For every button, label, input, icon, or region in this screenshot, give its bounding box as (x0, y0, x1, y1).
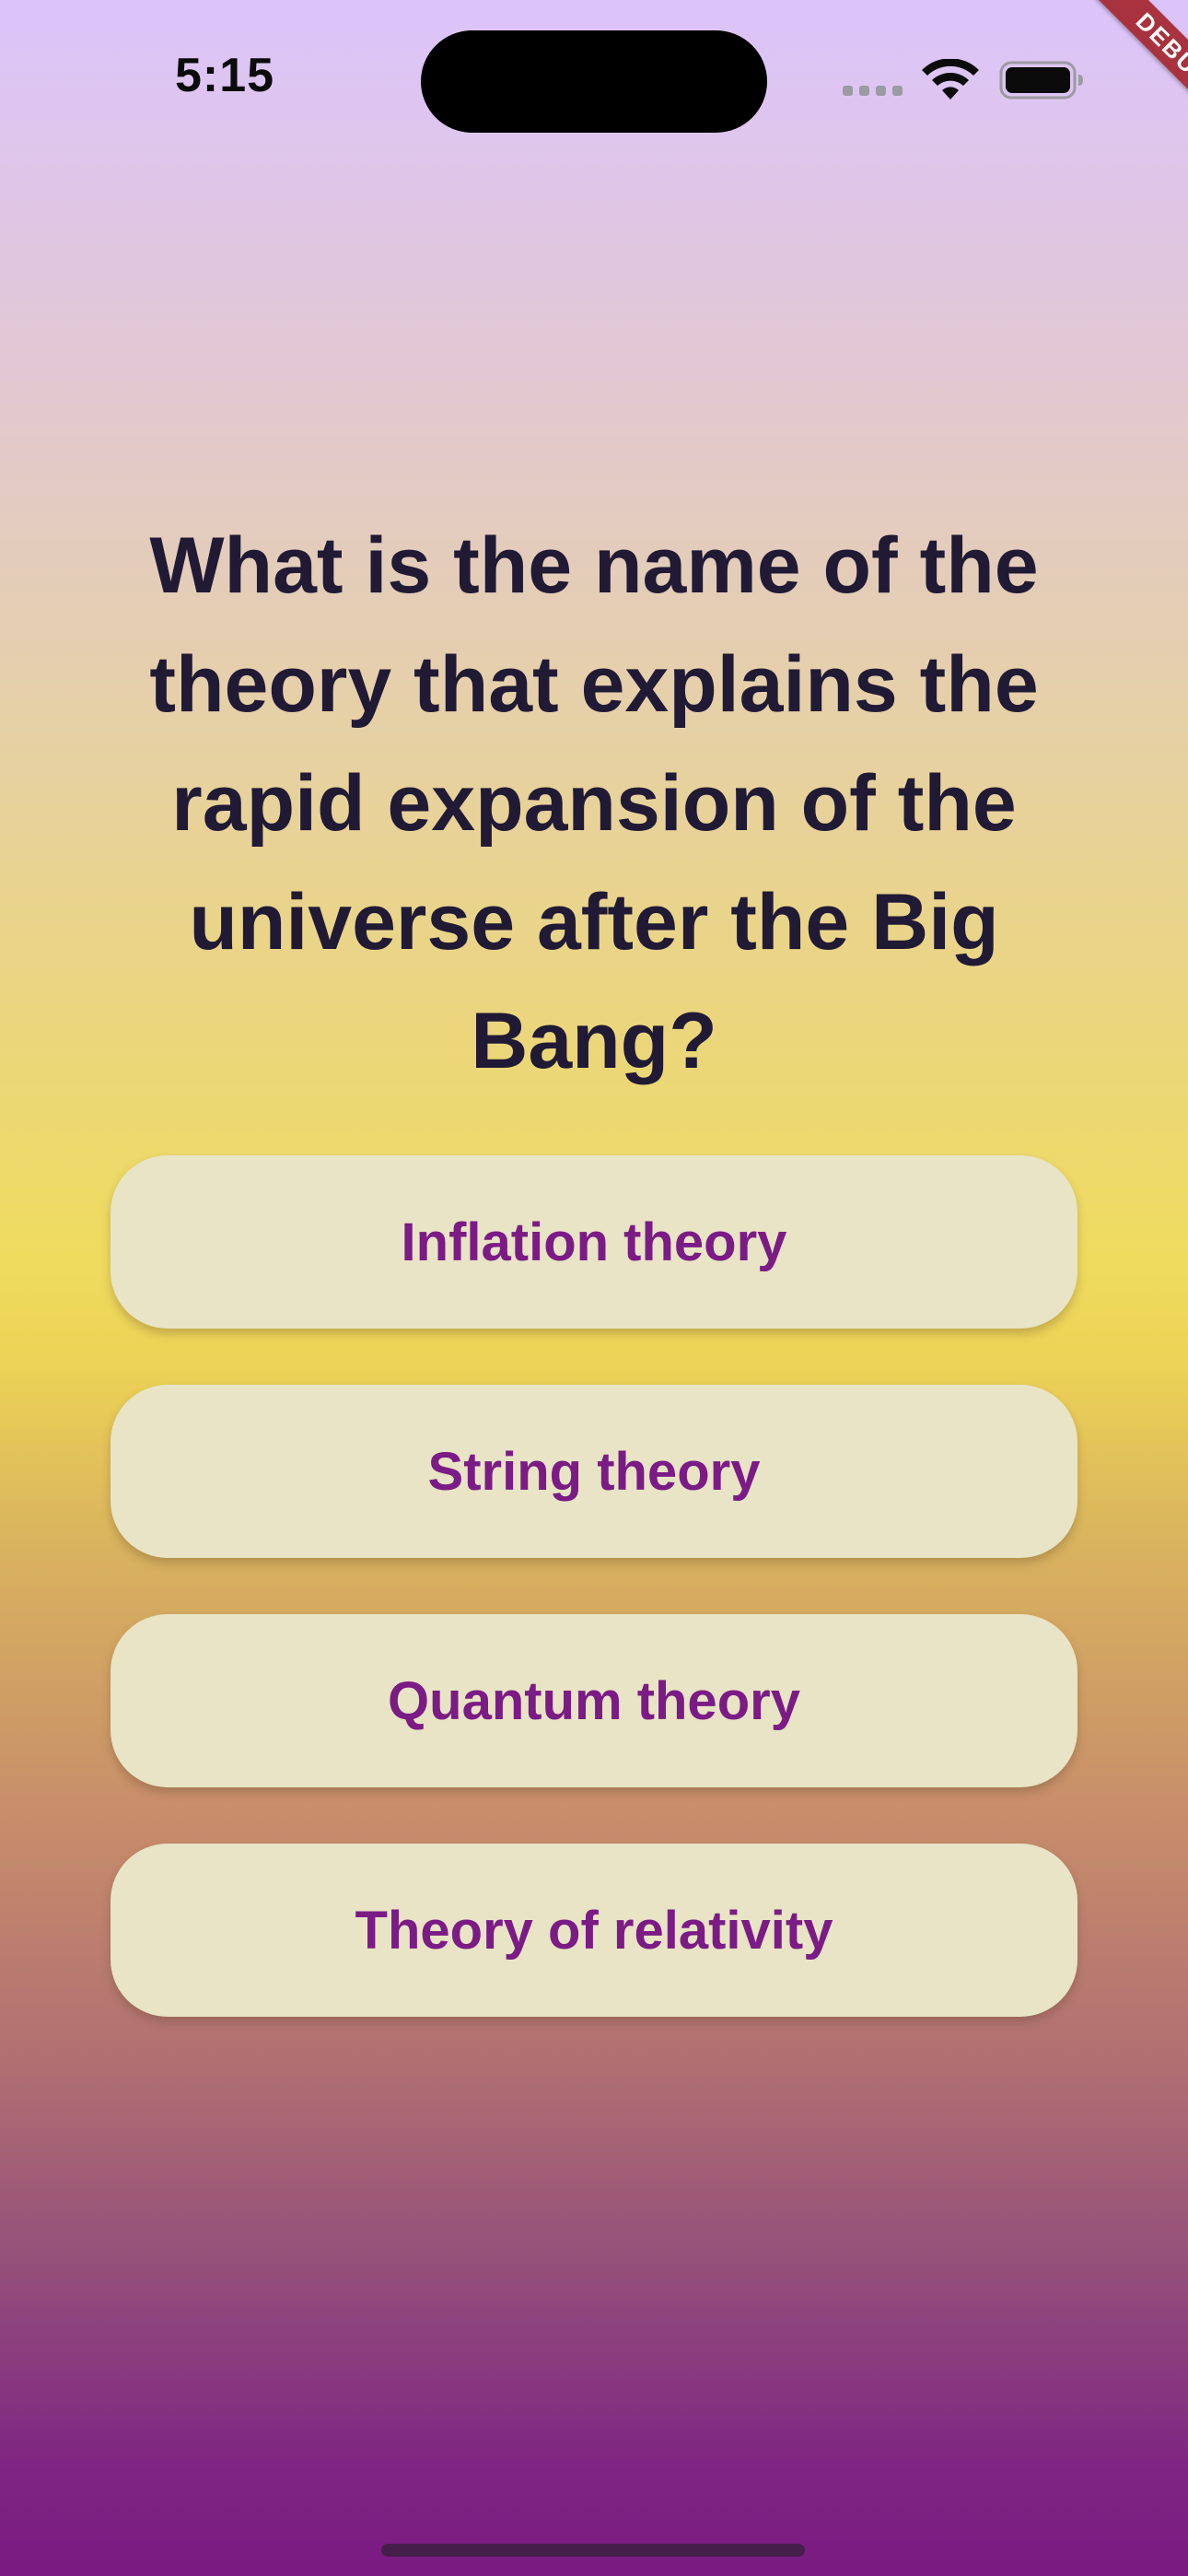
cellular-signal-icon (843, 86, 903, 99)
status-time: 5:15 (175, 49, 275, 102)
answer-button-theory-of-relativity[interactable]: Theory of relativity (111, 1844, 1077, 2017)
home-indicator[interactable] (381, 2544, 805, 2557)
status-bar: 5:15 (0, 0, 1188, 161)
answer-button-string-theory[interactable]: String theory (111, 1385, 1077, 1558)
question-text: What is the name of the theory that expl… (149, 521, 1039, 1085)
dynamic-island (421, 30, 767, 133)
answer-list: Inflation theory String theory Quantum t… (111, 1155, 1077, 2073)
answer-button-inflation-theory[interactable]: Inflation theory (111, 1155, 1077, 1329)
wifi-icon (922, 59, 979, 100)
answer-button-quantum-theory[interactable]: Quantum theory (111, 1614, 1077, 1787)
battery-icon (999, 61, 1083, 100)
